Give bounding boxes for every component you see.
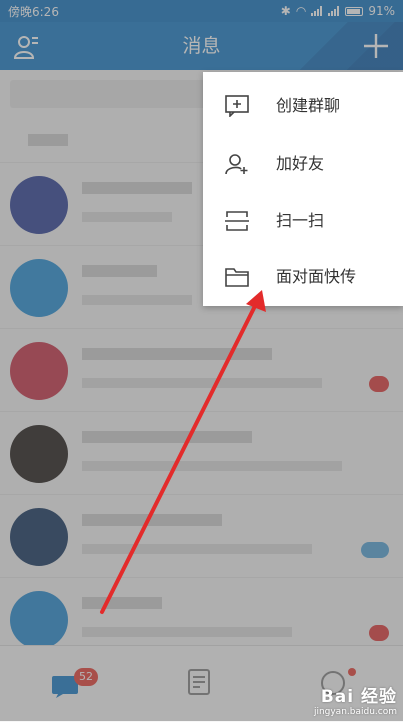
avatar	[10, 176, 68, 234]
list-item[interactable]	[0, 411, 403, 495]
status-icons: ✱ ◠ 91%	[281, 4, 395, 18]
menu-item-label: 面对面快传	[276, 267, 357, 286]
signal-icon-2	[328, 6, 340, 16]
avatar	[10, 591, 68, 649]
watermark: Bai 经验 jingyan.baidu.com	[314, 682, 397, 717]
menu-item-label: 创建群聊	[276, 96, 341, 115]
message-count-badge: 52	[74, 668, 98, 686]
unread-badge	[369, 376, 389, 392]
watermark-main: Bai 经验	[320, 687, 397, 707]
avatar	[10, 259, 68, 317]
menu-item-scan[interactable]: 扫一扫	[203, 192, 403, 250]
plus-popup-menu: 创建群聊 加好友 扫一扫 面对面快传	[203, 72, 403, 306]
avatar	[10, 425, 68, 483]
menu-item-label: 扫一扫	[276, 211, 325, 230]
avatar	[10, 508, 68, 566]
scan-icon	[225, 211, 249, 231]
battery-level: 91%	[368, 4, 395, 18]
app-header: 消息	[0, 22, 403, 70]
menu-item-add-friend[interactable]: 加好友	[203, 135, 403, 193]
list-item[interactable]	[0, 494, 403, 578]
bluetooth-icon: ✱	[280, 4, 291, 18]
signal-icon	[311, 6, 323, 16]
watermark-sub: jingyan.baidu.com	[313, 707, 397, 717]
wifi-icon: ◠	[295, 4, 307, 18]
plus-icon[interactable]	[363, 32, 389, 60]
battery-icon	[345, 6, 364, 16]
page-title: 消息	[182, 35, 221, 57]
status-time: 傍晚6:26	[8, 4, 59, 19]
menu-item-face-transfer[interactable]: 面对面快传	[203, 248, 403, 306]
avatar	[10, 342, 68, 400]
document-tab-icon[interactable]	[186, 668, 214, 698]
add-chat-icon	[225, 95, 249, 117]
notification-dot	[348, 668, 356, 676]
add-friend-icon	[225, 154, 248, 175]
unread-badge	[369, 625, 389, 641]
unread-badge	[361, 542, 389, 558]
menu-item-create-group[interactable]: 创建群聊	[203, 77, 403, 135]
menu-item-label: 加好友	[276, 154, 325, 173]
folder-icon	[225, 268, 249, 287]
list-item[interactable]	[0, 328, 403, 412]
status-bar: 傍晚6:26 ✱ ◠ 91%	[0, 0, 403, 22]
